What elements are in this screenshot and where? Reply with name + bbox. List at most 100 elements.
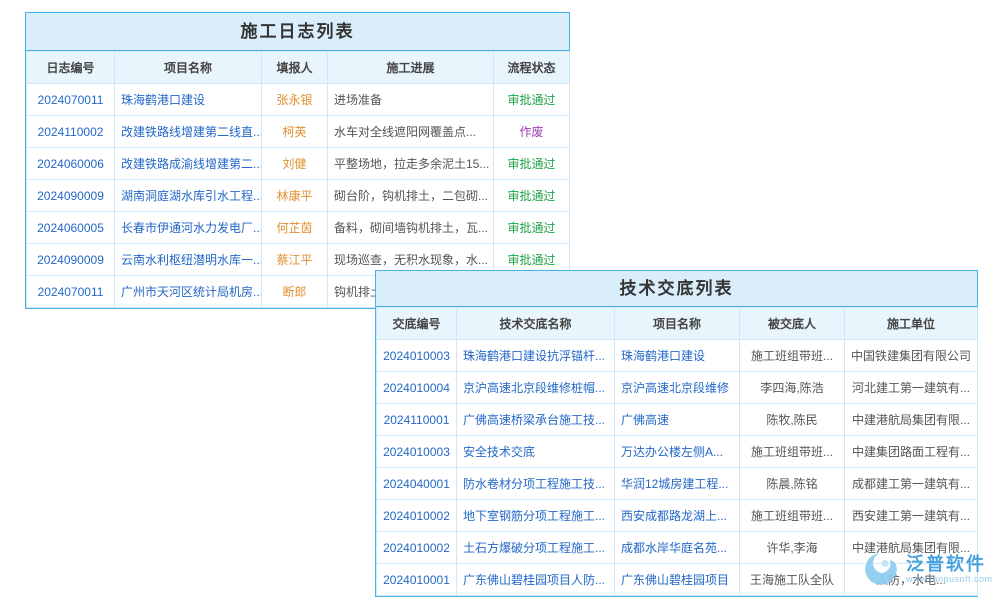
col-disclosed-person: 被交底人 bbox=[740, 308, 845, 340]
disclosure-row[interactable]: 2024010002 地下室钢筋分项工程施工... 西安成都路龙湖上... 施工… bbox=[377, 500, 978, 532]
status-badge: 审批通过 bbox=[494, 148, 570, 180]
filler-name: 刘健 bbox=[262, 148, 328, 180]
project-name-link[interactable]: 湖南洞庭湖水库引水工程... bbox=[115, 180, 262, 212]
construction-unit: 成都建工第一建筑有... bbox=[845, 468, 978, 500]
construction-unit: 中建港航局集团有限... bbox=[845, 404, 978, 436]
project-name-link[interactable]: 云南水利枢纽潜明水库一... bbox=[115, 244, 262, 276]
status-badge: 审批通过 bbox=[494, 84, 570, 116]
disclosure-row[interactable]: 2024040001 防水卷材分项工程施工技... 华润12城房建工程... 陈… bbox=[377, 468, 978, 500]
disclosed-person: 施工班组带班... bbox=[740, 500, 845, 532]
project-name-link[interactable]: 成都水岸华庭名苑... bbox=[615, 532, 740, 564]
log-row[interactable]: 2024060006 改建铁路成渝线增建第二... 刘健 平整场地，拉走多余泥土… bbox=[27, 148, 570, 180]
status-badge: 审批通过 bbox=[494, 212, 570, 244]
col-log-id: 日志编号 bbox=[27, 52, 115, 84]
progress-text: 备料，砌间墙钩机排土，瓦... bbox=[328, 212, 494, 244]
disclosure-row[interactable]: 2024110001 广佛高速桥梁承台施工技... 广佛高速 陈牧,陈民 中建港… bbox=[377, 404, 978, 436]
construction-unit: 中建集团路面工程有... bbox=[845, 436, 978, 468]
project-name-link[interactable]: 长春市伊通河水力发电厂... bbox=[115, 212, 262, 244]
disclosure-header-row: 交底编号 技术交底名称 项目名称 被交底人 施工单位 bbox=[377, 308, 978, 340]
fanpu-watermark: 泛普软件 www.fanpusoft.com bbox=[862, 550, 993, 588]
log-id-link[interactable]: 2024070011 bbox=[27, 84, 115, 116]
project-name-link[interactable]: 珠海鹤港口建设 bbox=[115, 84, 262, 116]
log-id-link[interactable]: 2024110002 bbox=[27, 116, 115, 148]
project-name-link[interactable]: 广东佛山碧桂园项目 bbox=[615, 564, 740, 596]
disclosure-id-link[interactable]: 2024010002 bbox=[377, 532, 457, 564]
log-id-link[interactable]: 2024090009 bbox=[27, 244, 115, 276]
disclosed-person: 许华,李海 bbox=[740, 532, 845, 564]
tech-disclosure-panel: 技术交底列表 交底编号 技术交底名称 项目名称 被交底人 施工单位 202401… bbox=[375, 270, 978, 597]
col-disclosure-id: 交底编号 bbox=[377, 308, 457, 340]
log-id-link[interactable]: 2024060005 bbox=[27, 212, 115, 244]
construction-log-panel: 施工日志列表 日志编号 项目名称 填报人 施工进展 流程状态 202407001… bbox=[25, 12, 570, 309]
filler-name: 张永银 bbox=[262, 84, 328, 116]
disclosure-name-link[interactable]: 广东佛山碧桂园项目人防... bbox=[457, 564, 615, 596]
disclosure-id-link[interactable]: 2024010003 bbox=[377, 340, 457, 372]
disclosure-name-link[interactable]: 土石方爆破分项工程施工... bbox=[457, 532, 615, 564]
log-row[interactable]: 2024060005 长春市伊通河水力发电厂... 何芷茵 备料，砌间墙钩机排土… bbox=[27, 212, 570, 244]
construction-unit: 河北建工第一建筑有... bbox=[845, 372, 978, 404]
progress-text: 平整场地，拉走多余泥土15... bbox=[328, 148, 494, 180]
disclosed-person: 施工班组带班... bbox=[740, 436, 845, 468]
disclosure-name-link[interactable]: 防水卷材分项工程施工技... bbox=[457, 468, 615, 500]
watermark-url: www.fanpusoft.com bbox=[906, 574, 993, 584]
disclosed-person: 施工班组带班... bbox=[740, 340, 845, 372]
disclosure-name-link[interactable]: 地下室钢筋分项工程施工... bbox=[457, 500, 615, 532]
project-name-link[interactable]: 广佛高速 bbox=[615, 404, 740, 436]
disclosed-person: 李四海,陈浩 bbox=[740, 372, 845, 404]
project-name-link[interactable]: 华润12城房建工程... bbox=[615, 468, 740, 500]
status-badge: 审批通过 bbox=[494, 180, 570, 212]
disclosure-table-title: 技术交底列表 bbox=[376, 271, 977, 307]
log-header-row: 日志编号 项目名称 填报人 施工进展 流程状态 bbox=[27, 52, 570, 84]
disclosure-row[interactable]: 2024010003 安全技术交底 万达办公楼左侧A... 施工班组带班... … bbox=[377, 436, 978, 468]
progress-text: 水车对全线遮阳网覆盖点... bbox=[328, 116, 494, 148]
construction-unit: 西安建工第一建筑有... bbox=[845, 500, 978, 532]
log-row[interactable]: 2024090009 湖南洞庭湖水库引水工程... 林康平 砌台阶，钩机排土，二… bbox=[27, 180, 570, 212]
construction-unit: 中国铁建集团有限公司 bbox=[845, 340, 978, 372]
filler-name: 蔡江平 bbox=[262, 244, 328, 276]
filler-name: 何芷茵 bbox=[262, 212, 328, 244]
col-disclosure-name: 技术交底名称 bbox=[457, 308, 615, 340]
disclosure-id-link[interactable]: 2024010003 bbox=[377, 436, 457, 468]
disclosure-name-link[interactable]: 京沪高速北京段维修桩帽... bbox=[457, 372, 615, 404]
disclosure-name-link[interactable]: 安全技术交底 bbox=[457, 436, 615, 468]
disclosure-row[interactable]: 2024010004 京沪高速北京段维修桩帽... 京沪高速北京段维修 李四海,… bbox=[377, 372, 978, 404]
col-status: 流程状态 bbox=[494, 52, 570, 84]
progress-text: 砌台阶，钩机排土，二包砌... bbox=[328, 180, 494, 212]
log-id-link[interactable]: 2024070011 bbox=[27, 276, 115, 308]
project-name-link[interactable]: 珠海鹤港口建设 bbox=[615, 340, 740, 372]
disclosed-person: 陈晨,陈铭 bbox=[740, 468, 845, 500]
fanpu-logo-icon bbox=[862, 550, 900, 588]
project-name-link[interactable]: 京沪高速北京段维修 bbox=[615, 372, 740, 404]
log-row[interactable]: 2024070011 珠海鹤港口建设 张永银 进场准备 审批通过 bbox=[27, 84, 570, 116]
project-name-link[interactable]: 改建铁路成渝线增建第二... bbox=[115, 148, 262, 180]
disclosure-name-link[interactable]: 珠海鹤港口建设抗浮锚杆... bbox=[457, 340, 615, 372]
filler-name: 林康平 bbox=[262, 180, 328, 212]
project-name-link[interactable]: 万达办公楼左侧A... bbox=[615, 436, 740, 468]
col-project-name: 项目名称 bbox=[615, 308, 740, 340]
disclosed-person: 王海施工队全队 bbox=[740, 564, 845, 596]
project-name-link[interactable]: 改建铁路线增建第二线直... bbox=[115, 116, 262, 148]
watermark-text: 泛普软件 www.fanpusoft.com bbox=[906, 554, 993, 584]
disclosure-id-link[interactable]: 2024010002 bbox=[377, 500, 457, 532]
log-id-link[interactable]: 2024090009 bbox=[27, 180, 115, 212]
progress-text: 进场准备 bbox=[328, 84, 494, 116]
disclosure-id-link[interactable]: 2024010004 bbox=[377, 372, 457, 404]
col-construction-unit: 施工单位 bbox=[845, 308, 978, 340]
disclosure-id-link[interactable]: 2024110001 bbox=[377, 404, 457, 436]
project-name-link[interactable]: 广州市天河区统计局机房... bbox=[115, 276, 262, 308]
col-project-name: 项目名称 bbox=[115, 52, 262, 84]
watermark-brand: 泛普软件 bbox=[906, 554, 993, 574]
log-id-link[interactable]: 2024060006 bbox=[27, 148, 115, 180]
disclosure-name-link[interactable]: 广佛高速桥梁承台施工技... bbox=[457, 404, 615, 436]
col-progress: 施工进展 bbox=[328, 52, 494, 84]
project-name-link[interactable]: 西安成都路龙湖上... bbox=[615, 500, 740, 532]
status-badge: 作废 bbox=[494, 116, 570, 148]
col-filler: 填报人 bbox=[262, 52, 328, 84]
filler-name: 柯英 bbox=[262, 116, 328, 148]
filler-name: 断郎 bbox=[262, 276, 328, 308]
disclosure-id-link[interactable]: 2024040001 bbox=[377, 468, 457, 500]
disclosure-id-link[interactable]: 2024010001 bbox=[377, 564, 457, 596]
log-table-title: 施工日志列表 bbox=[26, 13, 569, 51]
log-row[interactable]: 2024110002 改建铁路线增建第二线直... 柯英 水车对全线遮阳网覆盖点… bbox=[27, 116, 570, 148]
disclosure-row[interactable]: 2024010003 珠海鹤港口建设抗浮锚杆... 珠海鹤港口建设 施工班组带班… bbox=[377, 340, 978, 372]
